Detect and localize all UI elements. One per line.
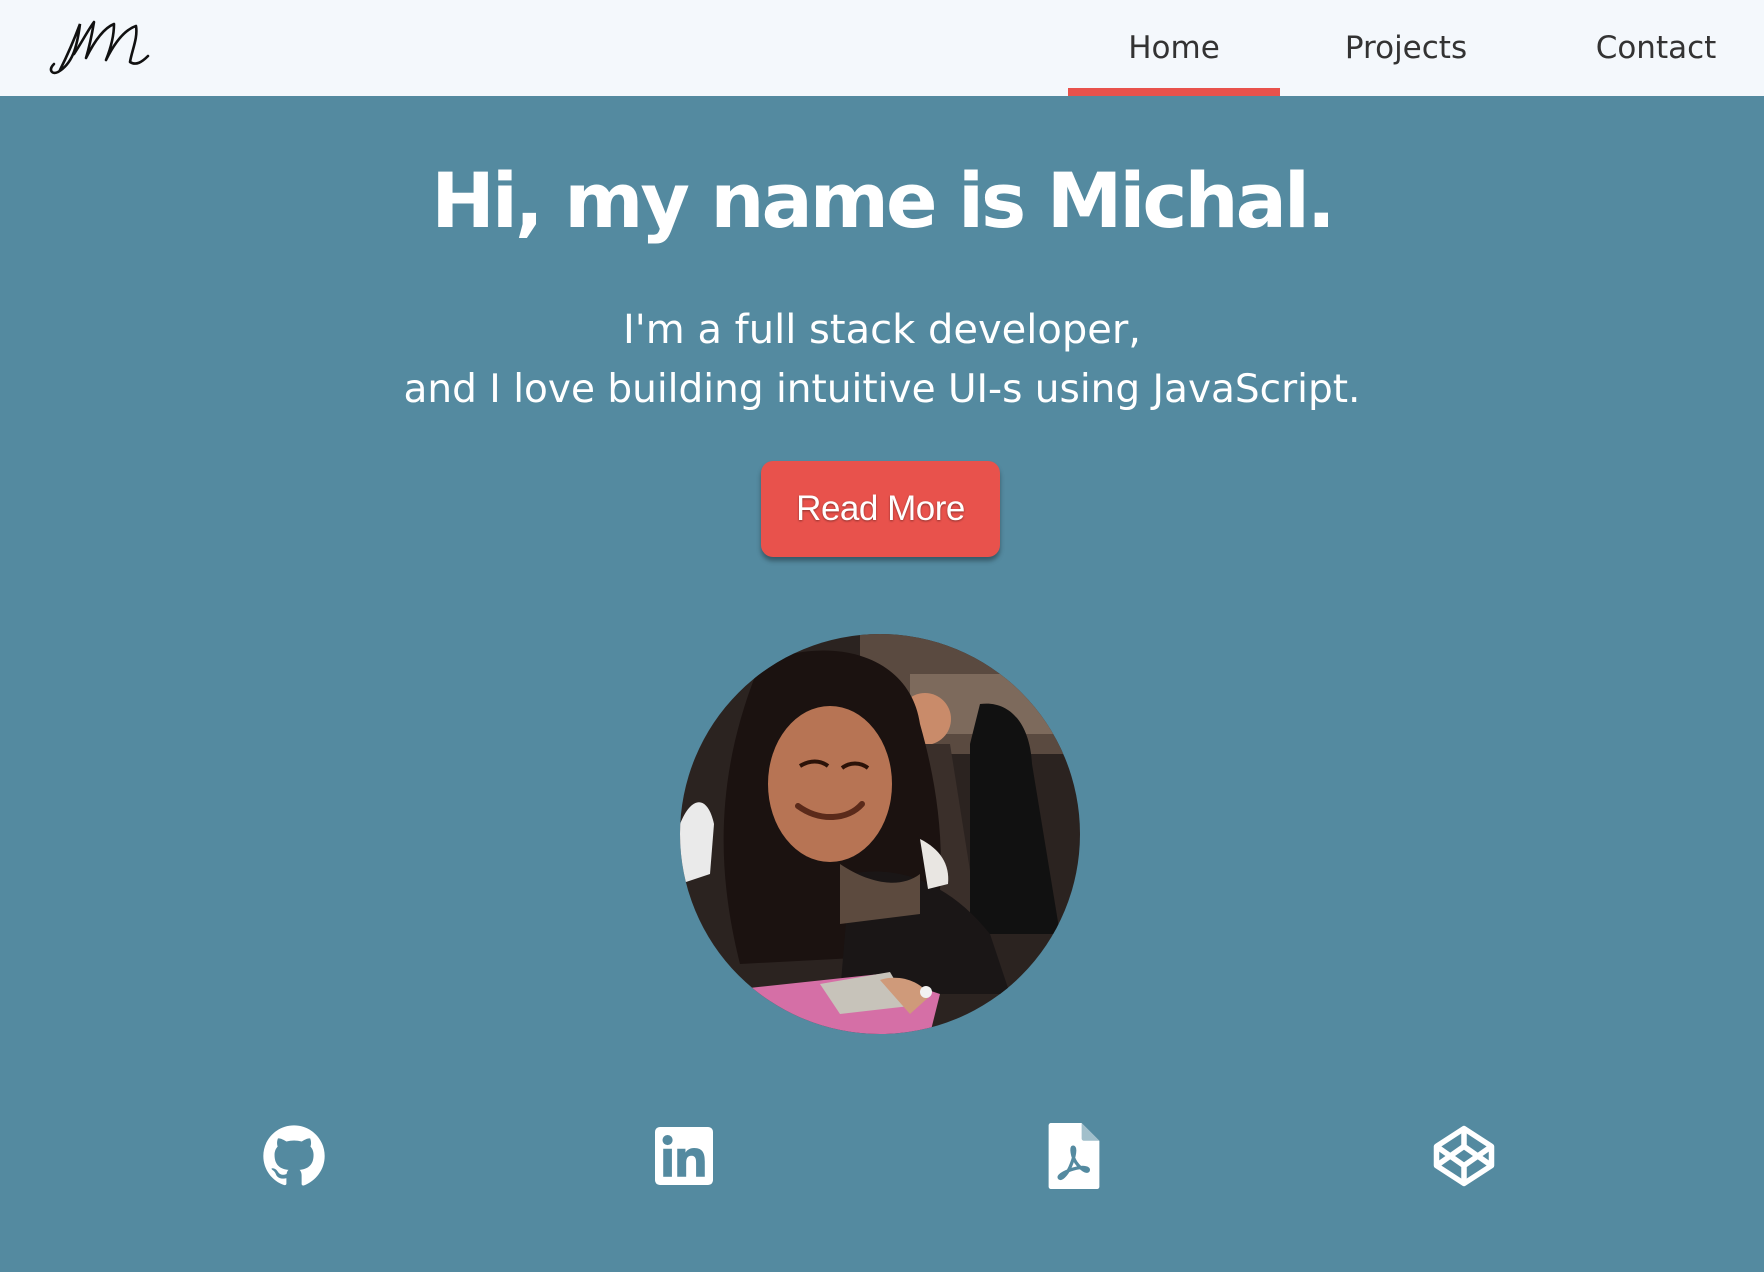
nav-contact[interactable]: Contact (1576, 0, 1736, 96)
logo[interactable] (44, 8, 154, 78)
hero-subtitle: I'm a full stack developer, and I love b… (0, 300, 1764, 420)
resume-pdf-link[interactable] (1038, 1120, 1110, 1192)
nav-home[interactable]: Home (1068, 0, 1280, 96)
hero-subtitle-line2: and I love building intuitive UI-s using… (403, 367, 1361, 412)
hero-title: Hi, my name is Michal. (431, 156, 1336, 245)
profile-photo (680, 634, 1080, 1034)
codepen-icon (1433, 1125, 1495, 1187)
profile-photo-illustration (680, 634, 1080, 1034)
hero-subtitle-line1: I'm a full stack developer, (622, 307, 1141, 353)
linkedin-icon (655, 1127, 713, 1185)
nav-active-indicator (1068, 88, 1280, 96)
top-navbar: Home Projects Contact (0, 0, 1764, 96)
logo-signature (49, 20, 150, 75)
github-link[interactable] (258, 1120, 330, 1192)
codepen-link[interactable] (1428, 1120, 1500, 1192)
nav-contact-label: Contact (1595, 30, 1717, 66)
nav-projects-label: Projects (1344, 30, 1468, 66)
pdf-resume-icon (1048, 1123, 1100, 1189)
linkedin-link[interactable] (648, 1120, 720, 1192)
nav-projects[interactable]: Projects (1316, 0, 1496, 96)
nav-home-label: Home (1128, 30, 1220, 66)
github-icon (263, 1125, 325, 1186)
read-more-button[interactable]: Read More (761, 461, 1000, 557)
